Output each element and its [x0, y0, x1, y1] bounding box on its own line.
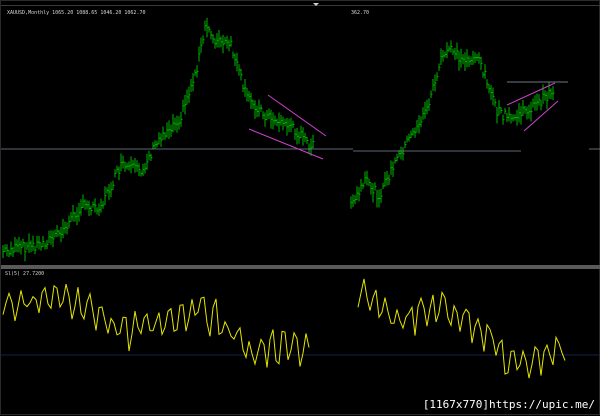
- chart-window: XAUUSD,Monthly 1065.20 1088.65 1046.20 1…: [0, 0, 600, 415]
- price-bars: [2, 17, 555, 262]
- watermark-text: [1167x770]https://upic.me/: [422, 398, 595, 411]
- panel-separator[interactable]: [1, 265, 600, 269]
- indicator-label: Sl(5) 27.7200: [5, 271, 44, 277]
- symbol-info: XAUUSD,Monthly 1065.20 1088.65 1046.20 1…: [7, 10, 145, 16]
- indicator-line-right: [357, 278, 566, 379]
- price-chart[interactable]: XAUUSD,Monthly 1065.20 1088.65 1046.20 1…: [1, 1, 600, 416]
- channel-lower-left[interactable]: [248, 128, 324, 160]
- right-price-label: 362.70: [351, 10, 369, 16]
- channel-upper-right[interactable]: [506, 82, 556, 106]
